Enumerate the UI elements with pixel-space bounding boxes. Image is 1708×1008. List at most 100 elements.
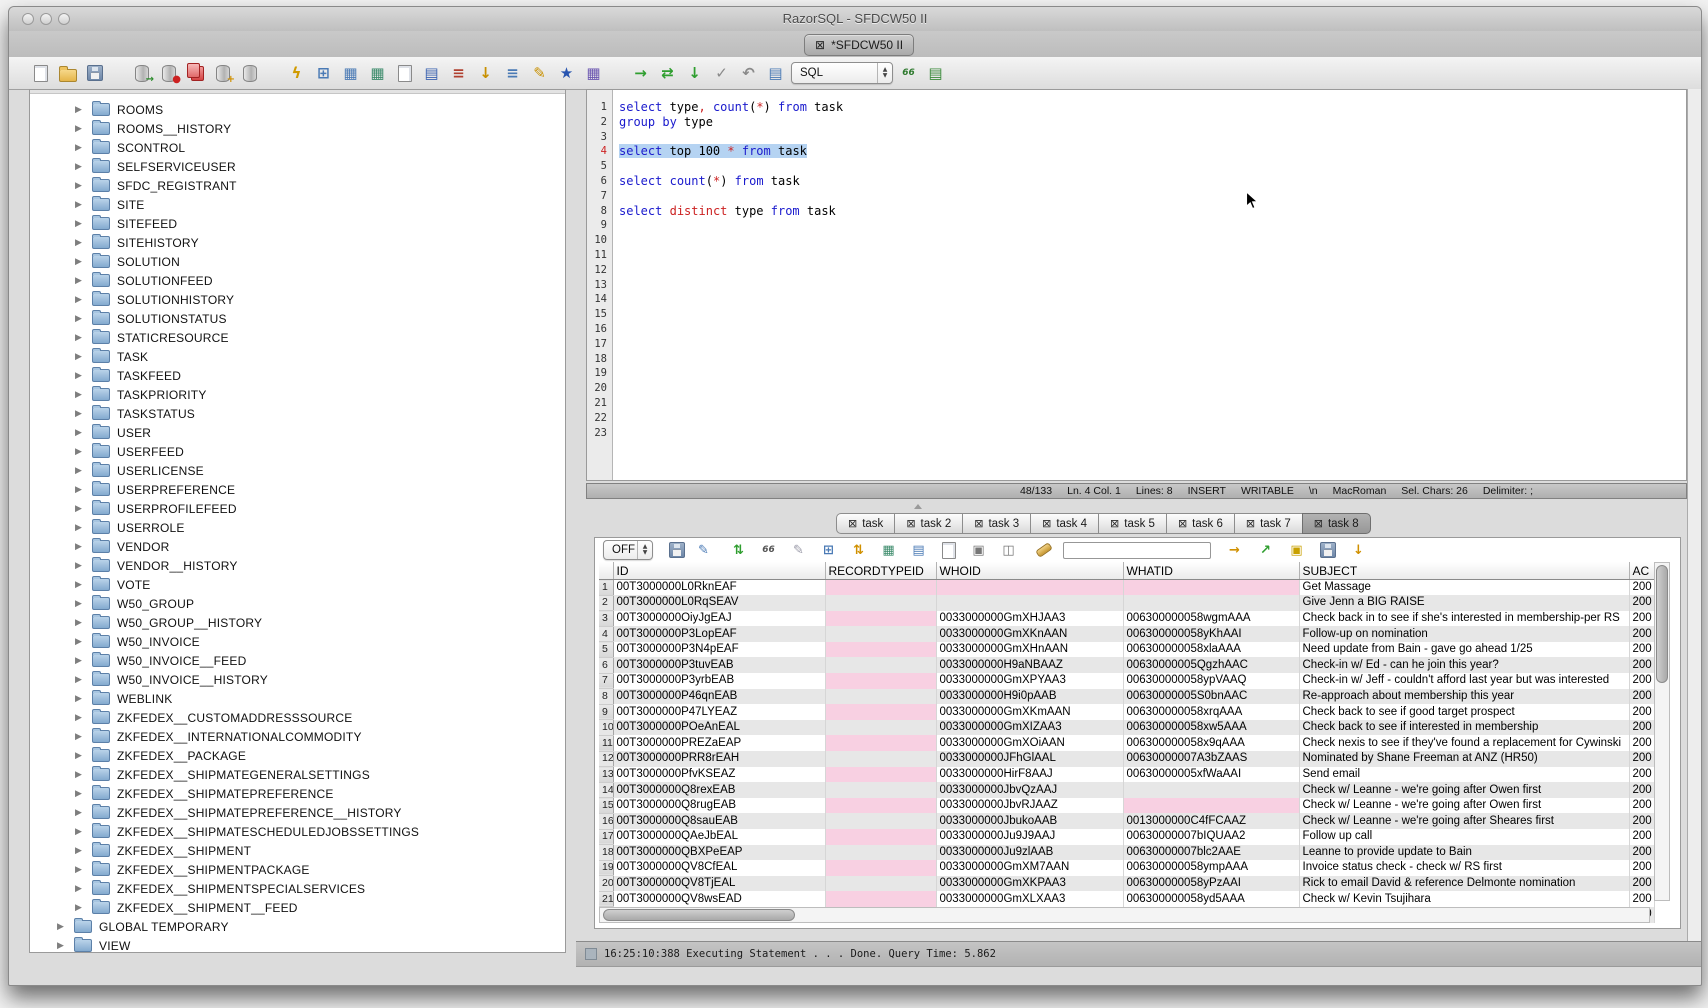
cell-recordtypeid[interactable] <box>825 720 936 736</box>
cell-whoid[interactable]: 0033000000JbukoAAB <box>936 813 1123 829</box>
result-tab-task-8[interactable]: ⊠task 8 <box>1302 513 1371 534</box>
tree-item-solutionstatus[interactable]: ▶SOLUTIONSTATUS <box>30 309 565 328</box>
row-number[interactable]: 11 <box>599 735 613 751</box>
sort-results-icon[interactable]: ✎ <box>694 541 713 559</box>
cell-subject[interactable]: Check w/ Leanne - we're going after Owen… <box>1299 782 1629 798</box>
sql-editor[interactable]: 1234567891011121314151617181920212223 se… <box>586 89 1687 481</box>
cell-activitydate[interactable]: 200 <box>1629 845 1654 861</box>
disclosure-triangle-icon[interactable]: ▶ <box>75 884 85 894</box>
export-results-icon[interactable]: ↗ <box>1256 541 1275 559</box>
cell-id[interactable]: 00T3000000QV8CfEAL <box>613 860 825 876</box>
cell-whatid[interactable] <box>1123 798 1299 814</box>
cell-subject[interactable]: Check back to see if interested in membe… <box>1299 720 1629 736</box>
form-view-icon[interactable]: ▤ <box>926 64 945 83</box>
tree-item-zkfedex__package[interactable]: ▶ZKFEDEX__PACKAGE <box>30 746 565 765</box>
tree-item-rooms[interactable]: ▶ROOMS <box>30 100 565 119</box>
column-header-recordtypeid[interactable]: RECORDTYPEID <box>825 562 936 580</box>
move-row-icon[interactable]: ⇅ <box>849 541 868 559</box>
tab-close-icon[interactable]: ⊠ <box>815 39 825 51</box>
cell-subject[interactable]: Rick to email David & reference Delmonte… <box>1299 876 1629 892</box>
disclosure-triangle-icon[interactable]: ▶ <box>75 599 85 609</box>
cell-whoid[interactable]: 0033000000GmXIZAA3 <box>936 720 1123 736</box>
cell-id[interactable]: 00T3000000Q8rexEAB <box>613 782 825 798</box>
tree-item-w50_invoice[interactable]: ▶W50_INVOICE <box>30 632 565 651</box>
table-contents-icon[interactable]: ≡ <box>449 64 468 83</box>
tree-item-zkfedex__internationalcommodity[interactable]: ▶ZKFEDEX__INTERNATIONALCOMMODITY <box>30 727 565 746</box>
cell-whatid[interactable]: 00630000007blc2AAE <box>1123 845 1299 861</box>
tree-item-userpreference[interactable]: ▶USERPREFERENCE <box>30 480 565 499</box>
tree-item-vote[interactable]: ▶VOTE <box>30 575 565 594</box>
result-tab-task[interactable]: ⊠task <box>836 513 895 534</box>
cell-whatid[interactable]: 006300000058yd5AAA <box>1123 891 1299 907</box>
row-number[interactable]: 9 <box>599 704 613 720</box>
disclosure-triangle-icon[interactable]: ▶ <box>57 922 67 932</box>
row-number[interactable]: 14 <box>599 782 613 798</box>
tree-item-staticresource[interactable]: ▶STATICRESOURCE <box>30 328 565 347</box>
cell-activitydate[interactable]: 200 <box>1629 767 1654 783</box>
cell-subject[interactable]: Check w/ Leanne - we're going after Owen… <box>1299 798 1629 814</box>
cell-activitydate[interactable]: 200 <box>1629 813 1654 829</box>
results-vertical-scrollbar-thumb[interactable] <box>1656 565 1668 683</box>
clipboard-add-icon[interactable]: ▣ <box>1287 541 1306 559</box>
tab-close-icon[interactable]: ⊠ <box>1110 518 1119 529</box>
cell-id[interactable]: 00T3000000P46qnEAB <box>613 689 825 705</box>
cell-subject[interactable]: Follow up call <box>1299 829 1629 845</box>
tree-item-userprofilefeed[interactable]: ▶USERPROFILEFEED <box>30 499 565 518</box>
cell-whoid[interactable]: 0033000000GmXPYAA3 <box>936 673 1123 689</box>
cell-whoid[interactable]: 0033000000H9i0pAAB <box>936 689 1123 705</box>
tree-item-w50_group__history[interactable]: ▶W50_GROUP__HISTORY <box>30 613 565 632</box>
cell-subject[interactable]: Send email <box>1299 767 1629 783</box>
execute-sql-icon[interactable]: ϟ <box>287 64 306 83</box>
tree-item-user[interactable]: ▶USER <box>30 423 565 442</box>
disclosure-triangle-icon[interactable]: ▶ <box>75 789 85 799</box>
disclosure-triangle-icon[interactable]: ▶ <box>75 181 85 191</box>
cell-whoid[interactable]: 0033000000GmXKmAAN <box>936 704 1123 720</box>
tree-item-zkfedex__shipment[interactable]: ▶ZKFEDEX__SHIPMENT <box>30 841 565 860</box>
cell-recordtypeid[interactable] <box>825 798 936 814</box>
rollback-icon[interactable]: ↶ <box>739 64 758 83</box>
cell-whoid[interactable]: 0033000000GmXHJAA3 <box>936 611 1123 627</box>
row-number[interactable]: 16 <box>599 813 613 829</box>
cell-subject[interactable]: Check w/ Leanne - we're going after Shea… <box>1299 813 1629 829</box>
cell-whoid[interactable]: 0033000000GmXHnAAN <box>936 642 1123 658</box>
row-number[interactable]: 20 <box>599 876 613 892</box>
row-number[interactable]: 5 <box>599 642 613 658</box>
tree-item-zkfedex__shipmatepreference[interactable]: ▶ZKFEDEX__SHIPMATEPREFERENCE <box>30 784 565 803</box>
tab-close-icon[interactable]: ⊠ <box>1042 518 1051 529</box>
cell-whoid[interactable]: 0033000000H9aNBAAZ <box>936 657 1123 673</box>
cell-activitydate[interactable]: 200 <box>1629 876 1654 892</box>
cell-whatid[interactable]: 006300000058yPzAAI <box>1123 876 1299 892</box>
cell-whatid[interactable] <box>1123 782 1299 798</box>
document-tab[interactable]: ⊠ *SFDCW50 II <box>804 34 914 56</box>
cell-subject[interactable]: Check-in w/ Jeff - couldn't afford last … <box>1299 673 1629 689</box>
tree-item-taskpriority[interactable]: ▶TASKPRIORITY <box>30 385 565 404</box>
cell-whoid[interactable]: 0033000000JbvRJAAZ <box>936 798 1123 814</box>
cell-recordtypeid[interactable] <box>825 845 936 861</box>
table-row[interactable]: 1400T3000000Q8rexEAB0033000000JbvQzAAJCh… <box>599 782 1654 798</box>
row-number[interactable]: 13 <box>599 767 613 783</box>
cell-id[interactable]: 00T3000000P3tuvEAB <box>613 657 825 673</box>
edit-table-icon[interactable]: ▦ <box>341 64 360 83</box>
disclosure-triangle-icon[interactable]: ▶ <box>75 523 85 533</box>
title-bar[interactable]: RazorSQL - SFDCW50 II <box>9 7 1701 32</box>
cell-whoid[interactable]: 0033000000HirF8AAJ <box>936 767 1123 783</box>
cell-whoid[interactable]: 0033000000Ju9zlAAB <box>936 845 1123 861</box>
disclosure-triangle-icon[interactable]: ▶ <box>75 827 85 837</box>
row-number[interactable]: 2 <box>599 595 613 611</box>
tree-item-solutionhistory[interactable]: ▶SOLUTIONHISTORY <box>30 290 565 309</box>
tree-item-taskfeed[interactable]: ▶TASKFEED <box>30 366 565 385</box>
disclosure-triangle-icon[interactable]: ▶ <box>75 903 85 913</box>
disclosure-triangle-icon[interactable]: ▶ <box>75 504 85 514</box>
disclosure-triangle-icon[interactable]: ▶ <box>75 637 85 647</box>
disclosure-triangle-icon[interactable]: ▶ <box>75 352 85 362</box>
row-number[interactable]: 21 <box>599 891 613 907</box>
disclosure-triangle-icon[interactable]: ▶ <box>75 713 85 723</box>
tree-item-vendor__history[interactable]: ▶VENDOR__HISTORY <box>30 556 565 575</box>
cell-activitydate[interactable]: 200 <box>1629 580 1654 596</box>
result-tab-task-4[interactable]: ⊠task 4 <box>1030 513 1099 534</box>
documentation-icon[interactable]: ▤ <box>422 64 441 83</box>
disclosure-triangle-icon[interactable]: ▶ <box>75 808 85 818</box>
tree-item-taskstatus[interactable]: ▶TASKSTATUS <box>30 404 565 423</box>
disclosure-triangle-icon[interactable]: ▶ <box>75 656 85 666</box>
tab-close-icon[interactable]: ⊠ <box>1178 518 1187 529</box>
